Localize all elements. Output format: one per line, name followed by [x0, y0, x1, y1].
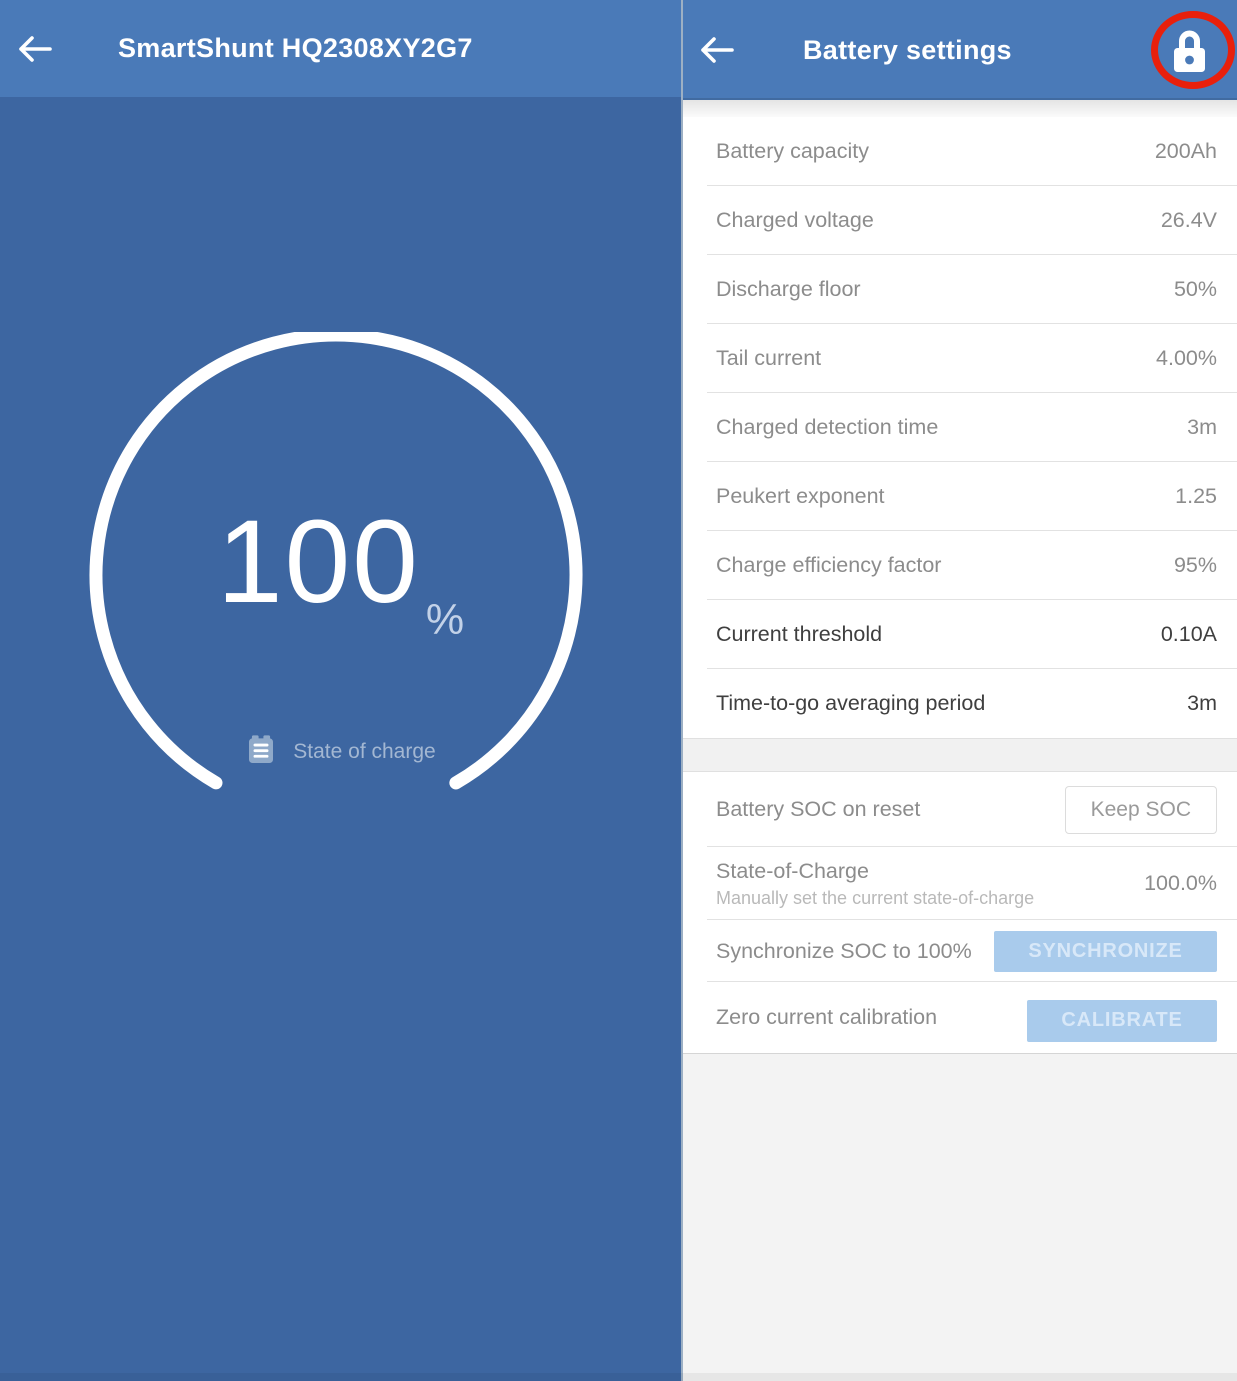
- synchronize-button[interactable]: SYNCHRONIZE: [994, 931, 1217, 972]
- setting-label: Synchronize SOC to 100%: [716, 939, 994, 964]
- setting-label: Current threshold: [716, 622, 1161, 647]
- header-shadow: [683, 100, 1237, 117]
- settings-title: Battery settings: [803, 35, 1012, 66]
- calibrate-button[interactable]: CALIBRATE: [1027, 1000, 1217, 1042]
- keep-soc-button[interactable]: Keep SOC: [1065, 786, 1217, 834]
- setting-row-state-of-charge[interactable]: State-of-Charge Manually set the current…: [683, 847, 1237, 920]
- setting-value: 0.10A: [1161, 622, 1217, 647]
- setting-value: 100.0%: [1144, 871, 1217, 896]
- setting-label: Battery capacity: [716, 139, 1155, 164]
- setting-row-tail-current[interactable]: Tail current 4.00%: [683, 324, 1237, 393]
- setting-row-charged-voltage[interactable]: Charged voltage 26.4V: [683, 186, 1237, 255]
- setting-label: Charge efficiency factor: [716, 553, 1174, 578]
- section-divider: [683, 738, 1237, 772]
- setting-label: State-of-Charge: [716, 859, 1144, 884]
- gauge-caption-label: State of charge: [293, 740, 435, 764]
- device-header: SmartShunt HQ2308XY2G7: [0, 0, 681, 97]
- setting-row-battery-soc-on-reset[interactable]: Battery SOC on reset Keep SOC: [683, 772, 1237, 847]
- device-title: SmartShunt HQ2308XY2G7: [118, 33, 473, 64]
- settings-header: Battery settings: [683, 0, 1237, 100]
- setting-label: Peukert exponent: [716, 484, 1175, 509]
- setting-row-current-threshold[interactable]: Current threshold 0.10A: [683, 600, 1237, 669]
- setting-value: 95%: [1174, 553, 1217, 578]
- setting-label: Discharge floor: [716, 277, 1174, 302]
- setting-row-discharge-floor[interactable]: Discharge floor 50%: [683, 255, 1237, 324]
- setting-row-battery-capacity[interactable]: Battery capacity 200Ah: [683, 117, 1237, 186]
- setting-label: Zero current calibration: [716, 1005, 1027, 1030]
- setting-label: Charged voltage: [716, 208, 1161, 233]
- setting-label: Time-to-go averaging period: [716, 691, 1187, 716]
- setting-value: 50%: [1174, 277, 1217, 302]
- gauge-caption: State of charge: [0, 733, 681, 770]
- setting-label: Tail current: [716, 346, 1156, 371]
- lock-icon: [1170, 28, 1208, 77]
- setting-row-time-to-go-averaging-period[interactable]: Time-to-go averaging period 3m: [683, 669, 1237, 738]
- battery-icon: [245, 733, 277, 770]
- arrow-left-icon: [18, 35, 52, 63]
- lock-settings-button[interactable]: [1165, 28, 1213, 76]
- back-button[interactable]: [683, 0, 751, 100]
- setting-label: Battery SOC on reset: [716, 797, 1065, 822]
- setting-value: 3m: [1187, 415, 1217, 440]
- setting-sublabel: Manually set the current state-of-charge: [716, 888, 1144, 909]
- setting-row-peukert-exponent[interactable]: Peukert exponent 1.25: [683, 462, 1237, 531]
- setting-value: 4.00%: [1156, 346, 1217, 371]
- arrow-left-icon: [700, 36, 734, 64]
- setting-value: 26.4V: [1161, 208, 1217, 233]
- settings-list: Battery capacity 200Ah Charged voltage 2…: [683, 117, 1237, 1054]
- setting-value: 3m: [1187, 691, 1217, 716]
- app-screen: SmartShunt HQ2308XY2G7 100 % State of ch…: [0, 0, 1237, 1381]
- device-overview-panel: SmartShunt HQ2308XY2G7 100 % State of ch…: [0, 0, 681, 1381]
- setting-row-zero-current-calibration[interactable]: Zero current calibration CALIBRATE: [683, 982, 1237, 1053]
- battery-settings-panel: Battery settings Battery capacity 200Ah: [681, 0, 1237, 1381]
- setting-row-charge-efficiency-factor[interactable]: Charge efficiency factor 95%: [683, 531, 1237, 600]
- setting-value: 1.25: [1175, 484, 1217, 509]
- setting-row-synchronize-soc[interactable]: Synchronize SOC to 100% SYNCHRONIZE: [683, 920, 1237, 982]
- setting-label: Charged detection time: [716, 415, 1187, 440]
- back-button[interactable]: [0, 0, 70, 97]
- setting-row-charged-detection-time[interactable]: Charged detection time 3m: [683, 393, 1237, 462]
- setting-value: 200Ah: [1155, 139, 1217, 164]
